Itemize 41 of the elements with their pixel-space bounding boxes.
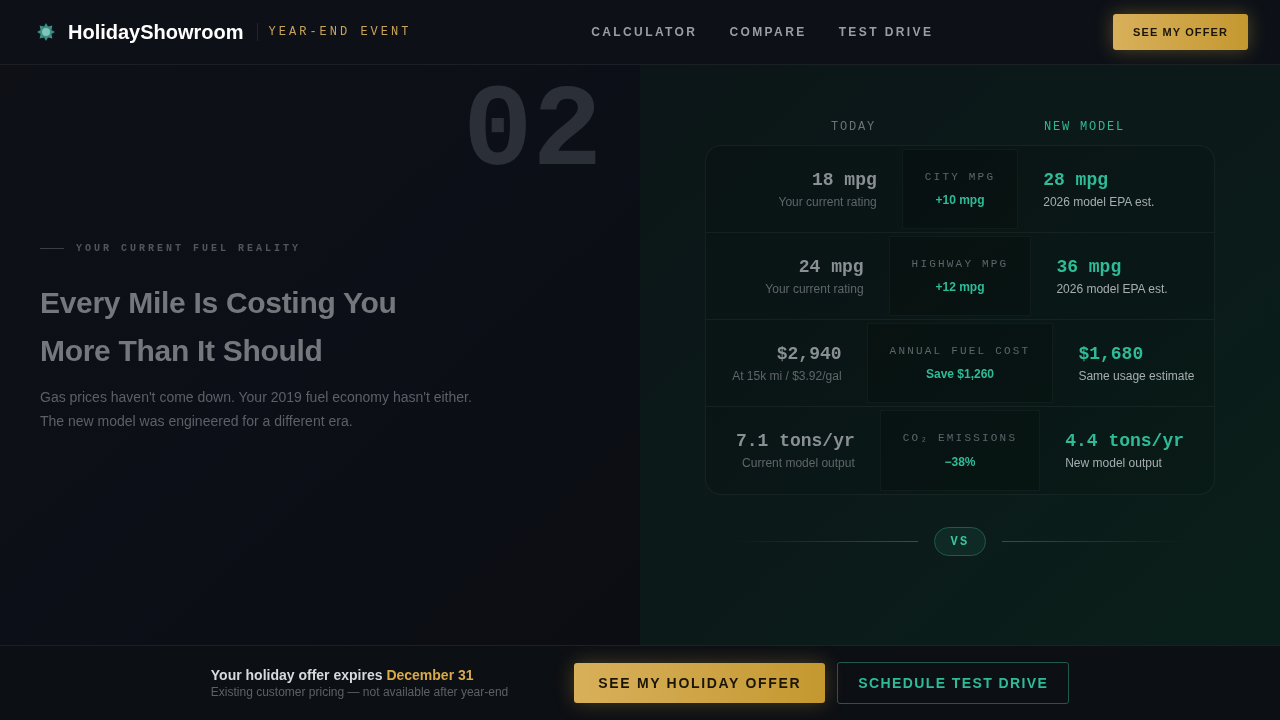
- column-header: NEW MODEL: [1043, 119, 1126, 136]
- new-value: 28 mpg: [1043, 168, 1108, 191]
- offer-subtext: Existing customer pricing — not available after year-end: [210, 684, 509, 700]
- column-header: TODAY: [830, 119, 877, 136]
- metric-delta: Save $1,260: [925, 366, 994, 384]
- today-value: $2,940: [776, 342, 842, 365]
- new-note: 2026 model EPA est.: [1043, 193, 1155, 210]
- eyebrow-label: YOUR CURRENT FUEL REALITY: [76, 242, 302, 256]
- new-note: Same usage estimate: [1078, 367, 1195, 384]
- starburst-icon: [37, 23, 55, 41]
- metric-label: HIGHWAY MPG: [911, 256, 1009, 272]
- new-value: $1,680: [1078, 342, 1144, 365]
- test-drive-button[interactable]: SCHEDULE TEST DRIVE: [837, 662, 1070, 704]
- nav-link[interactable]: COMPARE: [729, 23, 807, 41]
- metric-label: CO₂ EMISSIONS: [902, 431, 1018, 447]
- new-note: New model output: [1065, 455, 1162, 471]
- nav-link[interactable]: TEST DRIVE: [838, 23, 934, 41]
- today-note: Current model output: [742, 455, 855, 471]
- hero-heading: Every Mile Is Costing You More Than It Should: [40, 285, 398, 369]
- metric-label: CITY MPG: [924, 169, 996, 185]
- offer-button[interactable]: SEE MY HOLIDAY OFFER: [574, 663, 826, 703]
- new-value: 36 mpg: [1056, 255, 1122, 278]
- metric-delta: +10 mpg: [935, 192, 985, 210]
- today-value: 18 mpg: [811, 168, 877, 191]
- metric-label: ANNUAL FUEL COST: [889, 343, 1031, 359]
- offer-button[interactable]: SEE MY OFFER: [1113, 14, 1248, 50]
- metric-delta: +12 mpg: [935, 279, 985, 297]
- vs-badge: VS: [934, 527, 986, 556]
- nav-link[interactable]: CALCULATOR: [591, 23, 698, 41]
- today-note: Your current rating: [778, 193, 877, 210]
- new-value: 4.4 tons/yr: [1065, 430, 1185, 452]
- metric-delta: −38%: [944, 453, 976, 471]
- today-value: 7.1 tons/yr: [735, 430, 855, 452]
- new-note: 2026 model EPA est.: [1056, 280, 1168, 297]
- today-note: At 15k mi / $3.92/gal: [732, 367, 842, 384]
- event-tag: YEAR-END EVENT: [268, 23, 412, 41]
- offer-expiry: Your holiday offer expires December 31: [210, 666, 475, 684]
- hero-description: Gas prices haven't come down. Your 2019 fuel economy hasn't either. The new model was engineered for a different era.: [40, 388, 473, 431]
- brand-name: HolidayShowroom: [68, 22, 244, 42]
- today-note: Your current rating: [765, 280, 864, 297]
- today-value: 24 mpg: [798, 255, 864, 278]
